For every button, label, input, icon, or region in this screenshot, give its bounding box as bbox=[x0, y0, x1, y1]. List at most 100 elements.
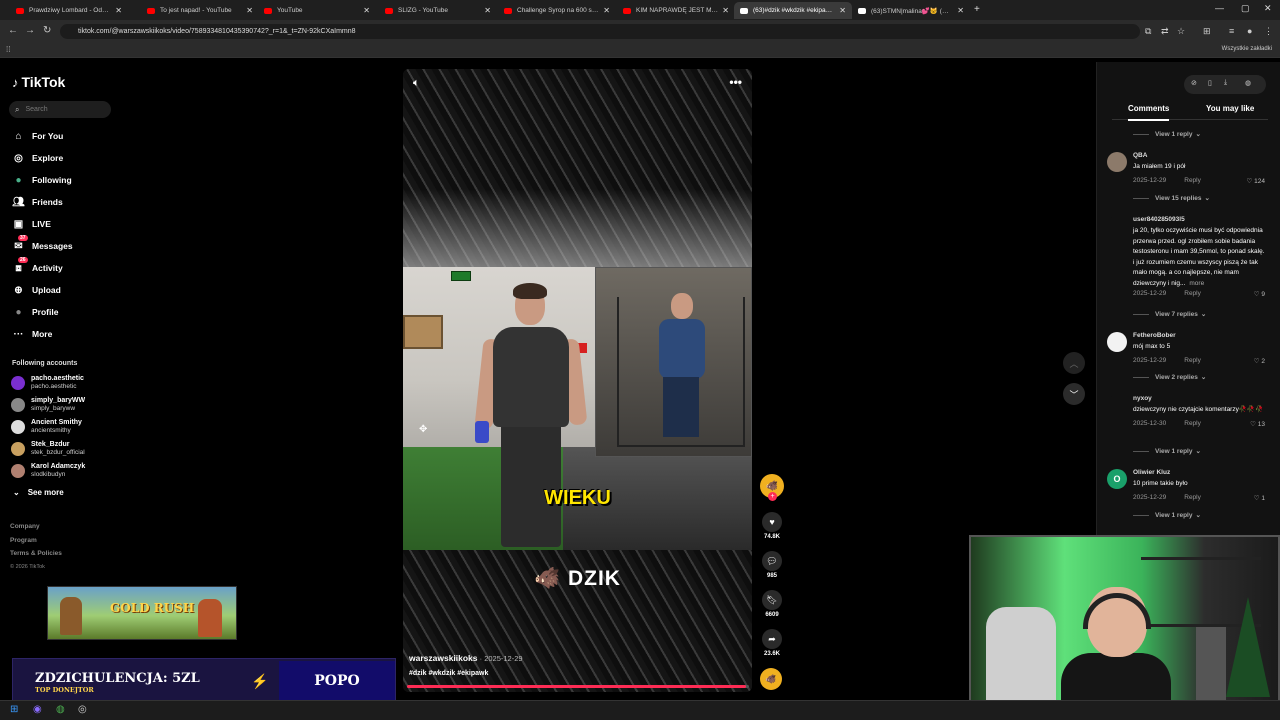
sidebar-item-profile[interactable]: ● Profile bbox=[12, 304, 58, 320]
star-icon[interactable]: ☆ bbox=[1177, 26, 1185, 37]
tab-close-icon[interactable]: ✕ bbox=[722, 6, 729, 15]
browser-tab[interactable]: (63)#dzik #wkdzik #ekipawk | T ✕ bbox=[734, 2, 852, 19]
following-account[interactable]: simply_baryWW simply_baryww bbox=[11, 395, 85, 415]
install-icon[interactable]: ⧉ bbox=[1145, 26, 1151, 37]
tab-close-icon[interactable]: ✕ bbox=[957, 6, 964, 15]
browser-tab[interactable]: KIM NAPRAWDĘ JEST MAKALI ✕ bbox=[617, 2, 735, 19]
tab-close-icon[interactable]: ✕ bbox=[246, 6, 253, 15]
reply-button[interactable]: Reply bbox=[1184, 357, 1201, 364]
sidebar-item-explore[interactable]: ◎ Explore bbox=[12, 150, 63, 166]
all-bookmarks[interactable]: Wszystkie zakładki bbox=[1222, 46, 1272, 52]
tab-comments[interactable]: Comments bbox=[1128, 104, 1170, 121]
tab-close-icon[interactable]: ✕ bbox=[363, 6, 370, 15]
video-tags[interactable]: #dzik #wkdzik #ekipawk bbox=[409, 670, 488, 677]
view-replies-link[interactable]: View 15 replies ⌄ bbox=[1133, 194, 1210, 202]
menu-icon[interactable]: ⋮ bbox=[1264, 26, 1273, 37]
browser-tab[interactable]: Challenge Syrop na 600 sub - Y✕ bbox=[498, 2, 616, 19]
translate-icon[interactable]: ⇄ bbox=[1161, 26, 1169, 37]
search-input[interactable]: ⌕ Search bbox=[9, 101, 111, 118]
like-button[interactable]: ♥ 74.8K bbox=[760, 512, 784, 540]
browser-tab[interactable]: To jest napad! - YouTube ✕ bbox=[141, 2, 259, 19]
following-account[interactable]: Karol Adamczyk slodkibudyn bbox=[11, 461, 85, 481]
following-account[interactable]: pacho.aesthetic pacho.aesthetic bbox=[11, 373, 84, 393]
view-replies-link[interactable]: View 1 reply ⌄ bbox=[1133, 447, 1201, 455]
sidebar-item-following[interactable]: ● Following bbox=[12, 172, 71, 188]
browser-tab[interactable]: (63)STMN|malina💕🐱 (@role ✕ bbox=[852, 2, 970, 19]
reload-icon[interactable]: ↻ bbox=[43, 25, 51, 36]
apps-icon[interactable]: ⁞⁞ bbox=[6, 45, 10, 54]
start-icon[interactable]: ⊞ bbox=[10, 704, 18, 715]
comment-more-link[interactable]: more bbox=[1189, 280, 1204, 287]
follow-plus-icon[interactable]: + bbox=[768, 492, 777, 501]
sidebar-item-for-you[interactable]: ⌂ For You bbox=[12, 128, 63, 144]
maximize-icon[interactable]: ▢ bbox=[1241, 3, 1250, 14]
chrome-icon[interactable]: ◍ bbox=[56, 704, 65, 715]
sidebar-item-friends[interactable]: 👥︎ Friends bbox=[12, 194, 63, 210]
video-progress[interactable] bbox=[407, 685, 749, 688]
reply-button[interactable]: Reply bbox=[1184, 290, 1201, 297]
close-window-icon[interactable]: ✕ bbox=[1264, 3, 1272, 14]
volume-icon[interactable]: 🔈︎ bbox=[413, 77, 420, 90]
phone-icon[interactable]: ▯ bbox=[1208, 79, 1212, 87]
browser-tab[interactable]: Prawdziwy Lombard - Odcinek ✕ bbox=[10, 2, 128, 19]
browser-tab[interactable]: YouTube ✕ bbox=[258, 2, 376, 19]
reply-button[interactable]: Reply bbox=[1184, 420, 1201, 427]
footer-link[interactable]: Program bbox=[10, 534, 62, 548]
comment-username[interactable]: Oliwier Kluz bbox=[1133, 469, 1170, 476]
comment-like[interactable]: ♡ 2 bbox=[1254, 357, 1265, 365]
sound-disc-icon[interactable]: 🐗 bbox=[760, 668, 782, 690]
compass-icon[interactable]: ⊘ bbox=[1191, 79, 1197, 87]
following-account[interactable]: Ancient Smithy ancientsmithy bbox=[11, 417, 82, 437]
sidebar-item-more[interactable]: ··· More bbox=[12, 326, 53, 342]
footer-link[interactable]: Company bbox=[10, 520, 62, 534]
comment-like[interactable]: ♡ 9 bbox=[1254, 290, 1265, 298]
comment-avatar[interactable] bbox=[1107, 395, 1127, 415]
comment-username[interactable]: FetheroBober bbox=[1133, 332, 1176, 339]
footer-link[interactable]: Terms & Policies bbox=[10, 547, 62, 561]
sidebar-item-messages[interactable]: ✉ Messages 37 bbox=[12, 235, 73, 254]
tab-close-icon[interactable]: ✕ bbox=[839, 6, 846, 15]
comment-username[interactable]: QBA bbox=[1133, 152, 1147, 159]
creator-avatar[interactable]: 🐗 + bbox=[760, 474, 784, 501]
reply-button[interactable]: Reply bbox=[1184, 177, 1201, 184]
tab-you-may-like[interactable]: You may like bbox=[1206, 104, 1254, 113]
tab-close-icon[interactable]: ✕ bbox=[115, 6, 122, 15]
minimize-icon[interactable]: — bbox=[1215, 3, 1224, 13]
video-player[interactable]: WIEKU 🐗 DZIK 🔈︎ ••• warszawskiikoks · 20… bbox=[403, 69, 752, 692]
view-replies-link[interactable]: View 1 reply ⌄ bbox=[1133, 130, 1201, 138]
comment-button[interactable]: 💬︎ 985 bbox=[760, 551, 784, 579]
previous-video-button[interactable]: ︿ bbox=[1063, 352, 1085, 374]
back-icon[interactable]: ← bbox=[8, 25, 18, 36]
save-button[interactable]: 🔖︎ 6609 bbox=[760, 590, 784, 618]
view-replies-link[interactable]: View 2 replies ⌄ bbox=[1133, 373, 1206, 381]
comment-username[interactable]: nyxoy bbox=[1133, 395, 1152, 402]
video-author[interactable]: warszawskiikoks · 2025-12-29 bbox=[409, 653, 523, 663]
comment-avatar[interactable] bbox=[1107, 332, 1127, 352]
comment-like[interactable]: ♡ 13 bbox=[1250, 420, 1265, 428]
sidebar-item-live[interactable]: ▣ LIVE bbox=[12, 216, 51, 232]
next-video-button[interactable]: ﹀ bbox=[1063, 383, 1085, 405]
user-avatar-icon[interactable]: ◍ bbox=[1245, 79, 1251, 87]
tab-close-icon[interactable]: ✕ bbox=[603, 6, 610, 15]
comment-like[interactable]: ♡ 1 bbox=[1254, 494, 1265, 502]
media-icon[interactable]: ≡ bbox=[1229, 26, 1234, 36]
view-replies-link[interactable]: View 1 reply ⌄ bbox=[1133, 511, 1201, 519]
more-options-icon[interactable]: ••• bbox=[729, 75, 742, 89]
comment-avatar[interactable] bbox=[1107, 216, 1127, 236]
download-icon[interactable]: ⤓ bbox=[1224, 79, 1227, 87]
sidebar-item-upload[interactable]: ⊕ Upload bbox=[12, 282, 61, 298]
tiktok-logo[interactable]: ♪ TikTok bbox=[12, 74, 65, 90]
tab-close-icon[interactable]: ✕ bbox=[484, 6, 491, 15]
share-button[interactable]: ➦ 23.6K bbox=[760, 629, 784, 657]
following-account[interactable]: Stek_Bzdur stek_bzdur_official bbox=[11, 439, 85, 459]
new-tab-button[interactable]: + bbox=[974, 4, 980, 15]
sidebar-item-activity[interactable]: ⧈ Activity 26 bbox=[12, 257, 63, 276]
reply-button[interactable]: Reply bbox=[1184, 494, 1201, 501]
profile-icon[interactable]: ● bbox=[1247, 26, 1252, 36]
forward-icon[interactable]: → bbox=[25, 25, 35, 36]
comment-avatar[interactable] bbox=[1107, 152, 1127, 172]
browser-tab[interactable]: ŚLIZG - YouTube ✕ bbox=[379, 2, 497, 19]
comment-avatar[interactable]: O bbox=[1107, 469, 1127, 489]
comment-like[interactable]: ♡ 124 bbox=[1247, 177, 1266, 185]
see-more-link[interactable]: ⌄ See more bbox=[13, 488, 64, 497]
